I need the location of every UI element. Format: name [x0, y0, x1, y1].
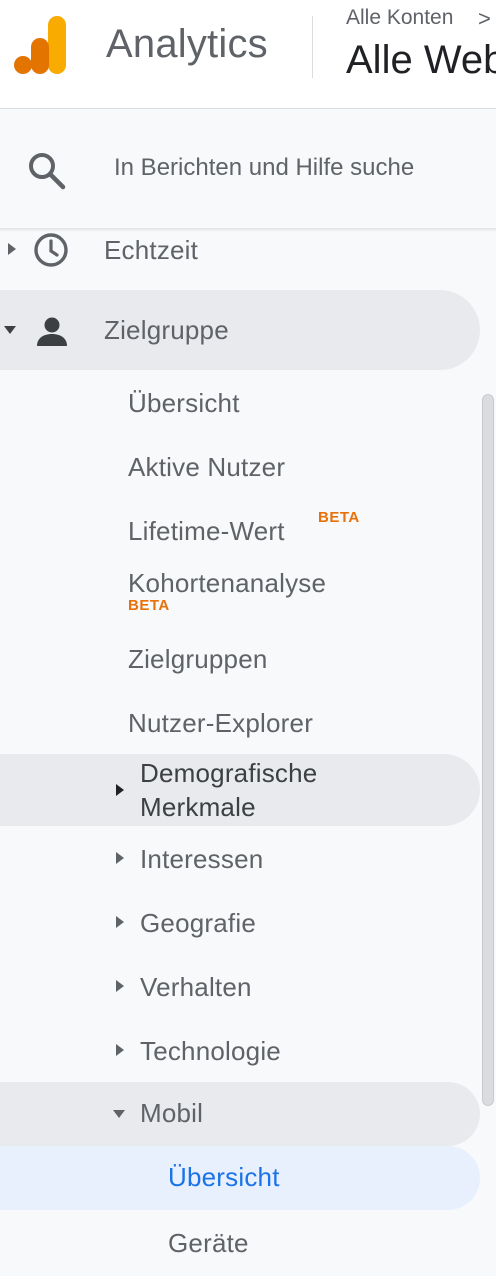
- caret-right-icon: [8, 243, 16, 255]
- nav-label-demografische-line1: Demografische: [140, 758, 318, 788]
- nav-item-mobil[interactable]: Mobil: [0, 1082, 480, 1146]
- nav-label-uebersicht: Übersicht: [128, 388, 240, 418]
- nav-label-demografische-line2: Merkmale: [140, 792, 256, 822]
- nav-label-echtzeit: Echtzeit: [104, 235, 199, 265]
- nav-label-aktive-nutzer: Aktive Nutzer: [128, 452, 286, 482]
- property-selector[interactable]: Alle Websit: [346, 38, 496, 83]
- caret-right-icon: [116, 1044, 124, 1056]
- nav-item-geografie[interactable]: Geografie: [0, 902, 480, 946]
- nav-label-lifetime-wert: Lifetime-Wert: [128, 516, 285, 546]
- nav-item-aktive-nutzer[interactable]: Aktive Nutzer: [0, 446, 480, 490]
- beta-badge: BETA: [128, 597, 170, 614]
- analytics-logo[interactable]: [14, 16, 68, 76]
- nav-item-uebersicht[interactable]: Übersicht: [0, 382, 480, 426]
- search-icon: [29, 153, 66, 190]
- nav-item-technologie[interactable]: Technologie: [0, 1030, 480, 1074]
- caret-right-icon: [116, 980, 124, 992]
- nav-label-mobil: Mobil: [140, 1098, 204, 1128]
- nav-label-geraete: Geräte: [168, 1228, 249, 1258]
- nav-label-technologie: Technologie: [140, 1036, 281, 1066]
- header-divider: [312, 16, 313, 78]
- search-input[interactable]: In Berichten und Hilfe suche: [114, 154, 414, 182]
- app-header: Analytics Alle Konten > Alle Websit: [0, 0, 496, 109]
- app-name: Analytics: [106, 22, 268, 66]
- caret-right-icon: [116, 784, 124, 796]
- caret-right-icon: [116, 916, 124, 928]
- caret-down-icon: [4, 326, 16, 334]
- nav-label-mobil-uebersicht: Übersicht: [168, 1162, 280, 1192]
- nav-item-mobil-uebersicht[interactable]: Übersicht: [0, 1146, 480, 1210]
- nav-item-verhalten[interactable]: Verhalten: [0, 966, 480, 1010]
- nav-item-interessen[interactable]: Interessen: [0, 838, 480, 882]
- nav-item-echtzeit[interactable]: Echtzeit: [0, 230, 480, 270]
- nav-label-zielgruppen: Zielgruppen: [128, 644, 268, 674]
- nav-label-kohortenanalyse: Kohortenanalyse: [128, 568, 327, 598]
- nav-item-geraete[interactable]: Geräte: [0, 1222, 480, 1266]
- nav-label-zielgruppe: Zielgruppe: [104, 315, 229, 345]
- person-icon: [37, 317, 67, 346]
- nav-label-verhalten: Verhalten: [140, 972, 252, 1002]
- account-breadcrumb[interactable]: Alle Konten: [346, 6, 453, 30]
- clock-icon: [34, 233, 68, 267]
- caret-right-icon: [116, 852, 124, 864]
- nav-item-lifetime-wert[interactable]: Lifetime-Wert BETA: [0, 506, 480, 550]
- nav-item-zielgruppen[interactable]: Zielgruppen: [0, 638, 480, 682]
- caret-down-icon: [113, 1110, 125, 1118]
- nav-label-geografie: Geografie: [140, 908, 256, 938]
- nav-item-nutzer-explorer[interactable]: Nutzer-Explorer: [0, 702, 480, 746]
- nav-item-demografische-merkmale[interactable]: Demografische Merkmale: [0, 754, 480, 826]
- beta-badge: BETA: [318, 509, 360, 526]
- chevron-right-icon: >: [478, 6, 491, 31]
- nav-item-zielgruppe[interactable]: Zielgruppe: [0, 290, 480, 370]
- nav-item-kohortenanalyse[interactable]: Kohortenanalyse BETA: [0, 564, 480, 620]
- sidebar-scrollbar[interactable]: [482, 394, 494, 1106]
- nav-label-interessen: Interessen: [140, 844, 264, 874]
- nav-label-nutzer-explorer: Nutzer-Explorer: [128, 708, 314, 738]
- report-search[interactable]: In Berichten und Hilfe suche: [0, 110, 496, 228]
